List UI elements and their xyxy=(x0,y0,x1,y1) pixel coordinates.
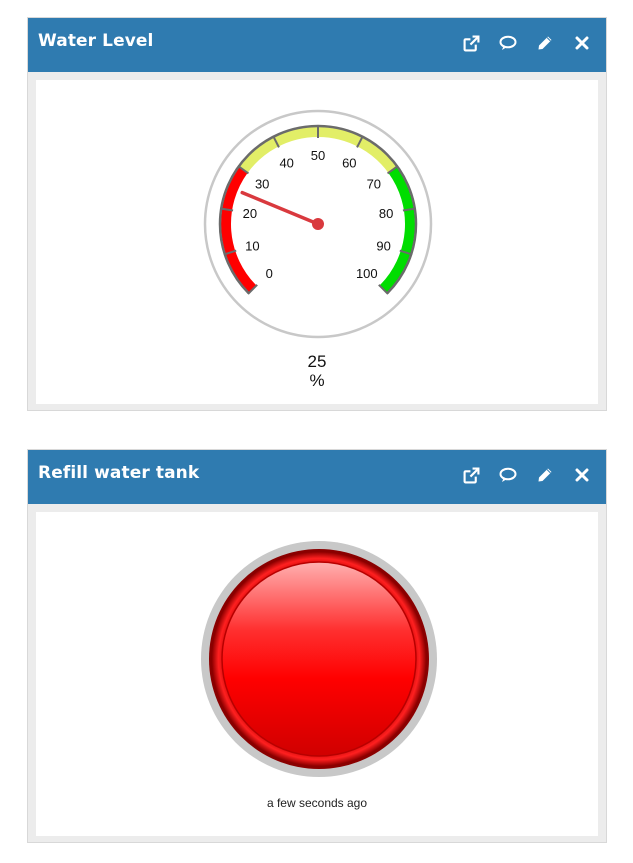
panel-body: 0 10 20 30 40 50 60 70 80 90 100 25 % xyxy=(36,80,598,404)
gauge-tick-label-40: 40 xyxy=(279,156,293,171)
panel-title: Refill water tank xyxy=(38,463,200,483)
panel-toolbar xyxy=(461,465,592,485)
comment-icon[interactable] xyxy=(498,465,518,485)
external-link-icon[interactable] xyxy=(461,33,481,53)
gauge-tick-label-60: 60 xyxy=(342,156,356,171)
gauge-tick-label-30: 30 xyxy=(255,176,269,191)
gauge-tick-label-70: 70 xyxy=(367,176,381,191)
gauge-tick-label-90: 90 xyxy=(376,238,390,253)
panel-header: Water Level xyxy=(28,18,606,72)
gauge-needle-hub xyxy=(312,218,324,230)
gauge-value: 25 xyxy=(307,352,327,371)
external-link-icon[interactable] xyxy=(461,465,481,485)
gauge-tick-label-100: 100 xyxy=(356,266,378,281)
panel-body: a few seconds ago xyxy=(36,512,598,836)
edit-pencil-icon[interactable] xyxy=(535,33,555,53)
gauge-tick-label-80: 80 xyxy=(379,206,393,221)
water-level-panel: Water Level 0 10 20 30 40 50 60 70 80 90 100 25 % xyxy=(27,17,607,411)
panel-header: Refill water tank xyxy=(28,450,606,504)
last-updated-timestamp: a few seconds ago xyxy=(266,796,368,810)
gauge-unit: % xyxy=(309,371,325,390)
water-level-gauge: 0 10 20 30 40 50 60 70 80 90 100 xyxy=(203,109,433,339)
comment-icon[interactable] xyxy=(498,33,518,53)
gauge-tick-label-0: 0 xyxy=(266,266,273,281)
gauge-tick-label-50: 50 xyxy=(311,148,325,163)
panel-toolbar xyxy=(461,33,592,53)
edit-pencil-icon[interactable] xyxy=(535,465,555,485)
gauge-tick-label-10: 10 xyxy=(245,238,259,253)
close-icon[interactable] xyxy=(572,33,592,53)
gauge-tick-label-20: 20 xyxy=(243,206,257,221)
refill-water-tank-panel: Refill water tank a few seconds ago xyxy=(27,449,607,843)
panel-title: Water Level xyxy=(38,31,154,51)
close-icon[interactable] xyxy=(572,465,592,485)
refill-button[interactable] xyxy=(200,540,438,778)
